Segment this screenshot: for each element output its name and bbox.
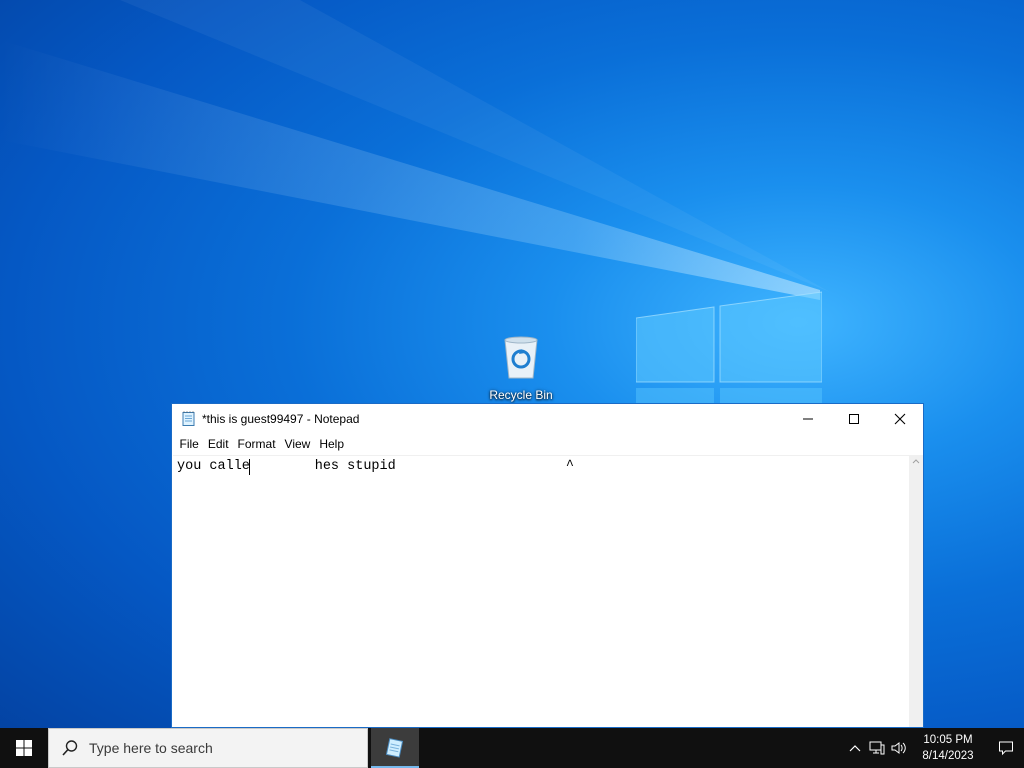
search-placeholder: Type here to search [89, 740, 213, 756]
maximize-button[interactable] [831, 404, 877, 434]
menu-format[interactable]: Format [233, 437, 280, 451]
menu-help[interactable]: Help [315, 437, 349, 451]
action-center-button[interactable] [988, 728, 1024, 768]
text-caret [249, 459, 250, 475]
menu-file[interactable]: File [175, 437, 203, 451]
network-icon [869, 741, 885, 755]
editor-content: you calle hes stupid ^ [177, 459, 574, 474]
search-box[interactable]: Type here to search [48, 728, 368, 768]
minimize-button[interactable] [785, 404, 831, 434]
network-button[interactable] [866, 728, 888, 768]
volume-icon [891, 742, 906, 754]
close-button[interactable] [877, 404, 923, 434]
vertical-scrollbar[interactable] [909, 455, 923, 727]
menu-view[interactable]: View [280, 437, 315, 451]
clock[interactable]: 10:05 PM 8/14/2023 [916, 732, 980, 764]
windows-logo-icon [16, 740, 32, 756]
menu-bar: File Edit Format View Help [172, 434, 923, 454]
notepad-icon [385, 738, 404, 758]
clock-date: 8/14/2023 [922, 750, 974, 762]
show-hidden-icons-button[interactable] [844, 728, 866, 768]
maximize-icon [849, 414, 859, 424]
search-icon [62, 740, 78, 756]
desktop-icon-recycle-bin[interactable]: Recycle Bin [482, 332, 560, 402]
start-button[interactable] [0, 728, 48, 768]
desktop-icon-label: Recycle Bin [489, 388, 553, 402]
menu-edit[interactable]: Edit [203, 437, 233, 451]
taskbar: Type here to search 10:05 PM 8/14/2023 [0, 728, 1024, 768]
close-icon [894, 413, 906, 425]
minimize-icon [803, 418, 813, 420]
clock-time: 10:05 PM [923, 734, 973, 746]
wallpaper-windows-logo [636, 291, 822, 404]
notepad-window[interactable]: *this is guest99497 - Notepad File Edit … [171, 403, 924, 728]
system-tray: 10:05 PM 8/14/2023 [844, 728, 1024, 768]
text-editor[interactable]: you calle hes stupid ^ [173, 455, 909, 727]
volume-button[interactable] [888, 728, 910, 768]
recycle-bin-icon [504, 336, 538, 379]
scroll-up-icon[interactable] [912, 458, 920, 464]
chevron-up-icon [849, 745, 861, 752]
notepad-icon [182, 411, 195, 426]
notification-icon [999, 741, 1013, 756]
window-title: *this is guest99497 - Notepad [202, 412, 360, 426]
taskbar-notepad[interactable] [371, 728, 419, 768]
title-bar[interactable]: *this is guest99497 - Notepad [172, 404, 923, 434]
